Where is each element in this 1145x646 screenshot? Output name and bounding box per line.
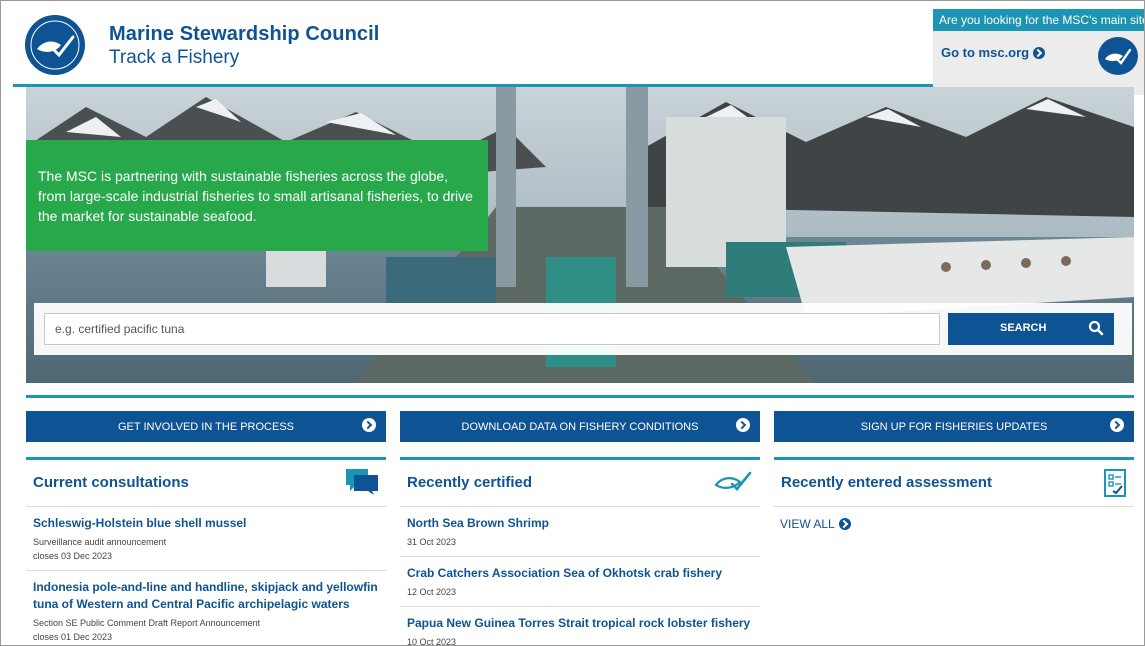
main-site-question: Are you looking for the MSC's main site? (933, 9, 1144, 31)
search-button[interactable]: SEARCH (948, 313, 1114, 345)
consultation-title[interactable]: Schleswig-Holstein blue shell mussel (33, 515, 379, 532)
hero-callout-text: The MSC is partnering with sustainable f… (26, 140, 488, 251)
consultation-title[interactable]: Indonesia pole-and-line and handline, sk… (33, 579, 379, 613)
certified-date: 10 Oct 2023 (407, 637, 457, 646)
certified-fishery-name[interactable]: North Sea Brown Shrimp (407, 515, 753, 532)
certified-date: 31 Oct 2023 (407, 537, 457, 547)
consultations-title[interactable]: Current consultations (33, 474, 189, 491)
certified-fishery-name[interactable]: Papua New Guinea Torres Strait tropical … (407, 615, 753, 632)
recently-certified-panel: Recently certified North Sea Brown Shrim… (400, 457, 760, 646)
search-bar: SEARCH (34, 303, 1132, 355)
msc-main-site-box: Are you looking for the MSC's main site?… (933, 9, 1144, 95)
chat-bubbles-icon (346, 469, 378, 495)
consultation-type: Section SE Public Comment Draft Report A… (33, 618, 261, 628)
certified-item[interactable]: Papua New Guinea Torres Strait tropical … (400, 607, 760, 646)
consultation-closing-date: closes 01 Dec 2023 (33, 632, 113, 642)
certified-item[interactable]: Crab Catchers Association Sea of Okhotsk… (400, 557, 760, 607)
consultation-closing-date: closes 03 Dec 2023 (33, 551, 113, 561)
go-to-msc-link[interactable]: Go to msc.org (941, 45, 1046, 60)
consultation-item[interactable]: Indonesia pole-and-line and handline, sk… (26, 571, 386, 644)
consultations-header: Current consultations (26, 457, 386, 507)
search-button-label: SEARCH (1000, 322, 1047, 334)
get-involved-label: GET INVOLVED IN THE PROCESS (117, 420, 295, 433)
assessment-title[interactable]: Recently entered assessment (781, 474, 992, 491)
section-divider (26, 395, 1134, 398)
brand-name[interactable]: Marine Stewardship Council (109, 23, 379, 46)
certified-date: 12 Oct 2023 (407, 587, 457, 597)
chevron-circle-right-icon (838, 518, 851, 530)
sign-up-updates-label: SIGN UP FOR FISHERIES UPDATES (860, 420, 1048, 433)
recently-entered-assessment-panel: Recently entered assessment VIEW ALL (774, 457, 1134, 531)
chevron-circle-right-icon (1033, 46, 1046, 59)
view-all-label[interactable]: VIEW ALL (780, 517, 835, 531)
certified-item[interactable]: North Sea Brown Shrimp 31 Oct 2023 (400, 507, 760, 557)
certified-fishery-name[interactable]: Crab Catchers Association Sea of Okhotsk… (407, 565, 753, 582)
msc-logo-icon[interactable] (23, 13, 87, 77)
get-involved-button[interactable]: GET INVOLVED IN THE PROCESS (26, 411, 386, 442)
current-consultations-panel: Current consultations Schleswig-Holstein… (26, 457, 386, 644)
search-icon (1088, 320, 1104, 336)
site-header: Marine Stewardship Council Track a Fishe… (13, 9, 1144, 95)
fishery-search-input[interactable] (44, 313, 940, 345)
page-frame: Marine Stewardship Council Track a Fishe… (0, 0, 1145, 646)
checklist-icon (1104, 469, 1126, 497)
certified-title[interactable]: Recently certified (407, 474, 532, 491)
chevron-circle-right-icon (736, 418, 750, 432)
sign-up-updates-button[interactable]: SIGN UP FOR FISHERIES UPDATES (774, 411, 1134, 442)
download-data-label: DOWNLOAD DATA ON FISHERY CONDITIONS (461, 420, 699, 433)
assessment-header: Recently entered assessment (774, 457, 1134, 507)
chevron-circle-right-icon (1110, 418, 1124, 432)
hero-banner: The MSC is partnering with sustainable f… (26, 87, 1134, 383)
msc-small-logo-icon[interactable] (1097, 35, 1139, 77)
chevron-circle-right-icon (362, 418, 376, 432)
view-all-link[interactable]: VIEW ALL (780, 517, 851, 531)
download-data-button[interactable]: DOWNLOAD DATA ON FISHERY CONDITIONS (400, 411, 760, 442)
go-to-msc-label[interactable]: Go to msc.org (941, 45, 1029, 60)
brand-subtitle: Track a Fishery (109, 47, 240, 68)
consultation-type: Surveillance audit announcement (33, 537, 167, 547)
fish-tick-icon (714, 471, 752, 491)
consultation-item[interactable]: Schleswig-Holstein blue shell mussel Sur… (26, 507, 386, 571)
certified-header: Recently certified (400, 457, 760, 507)
